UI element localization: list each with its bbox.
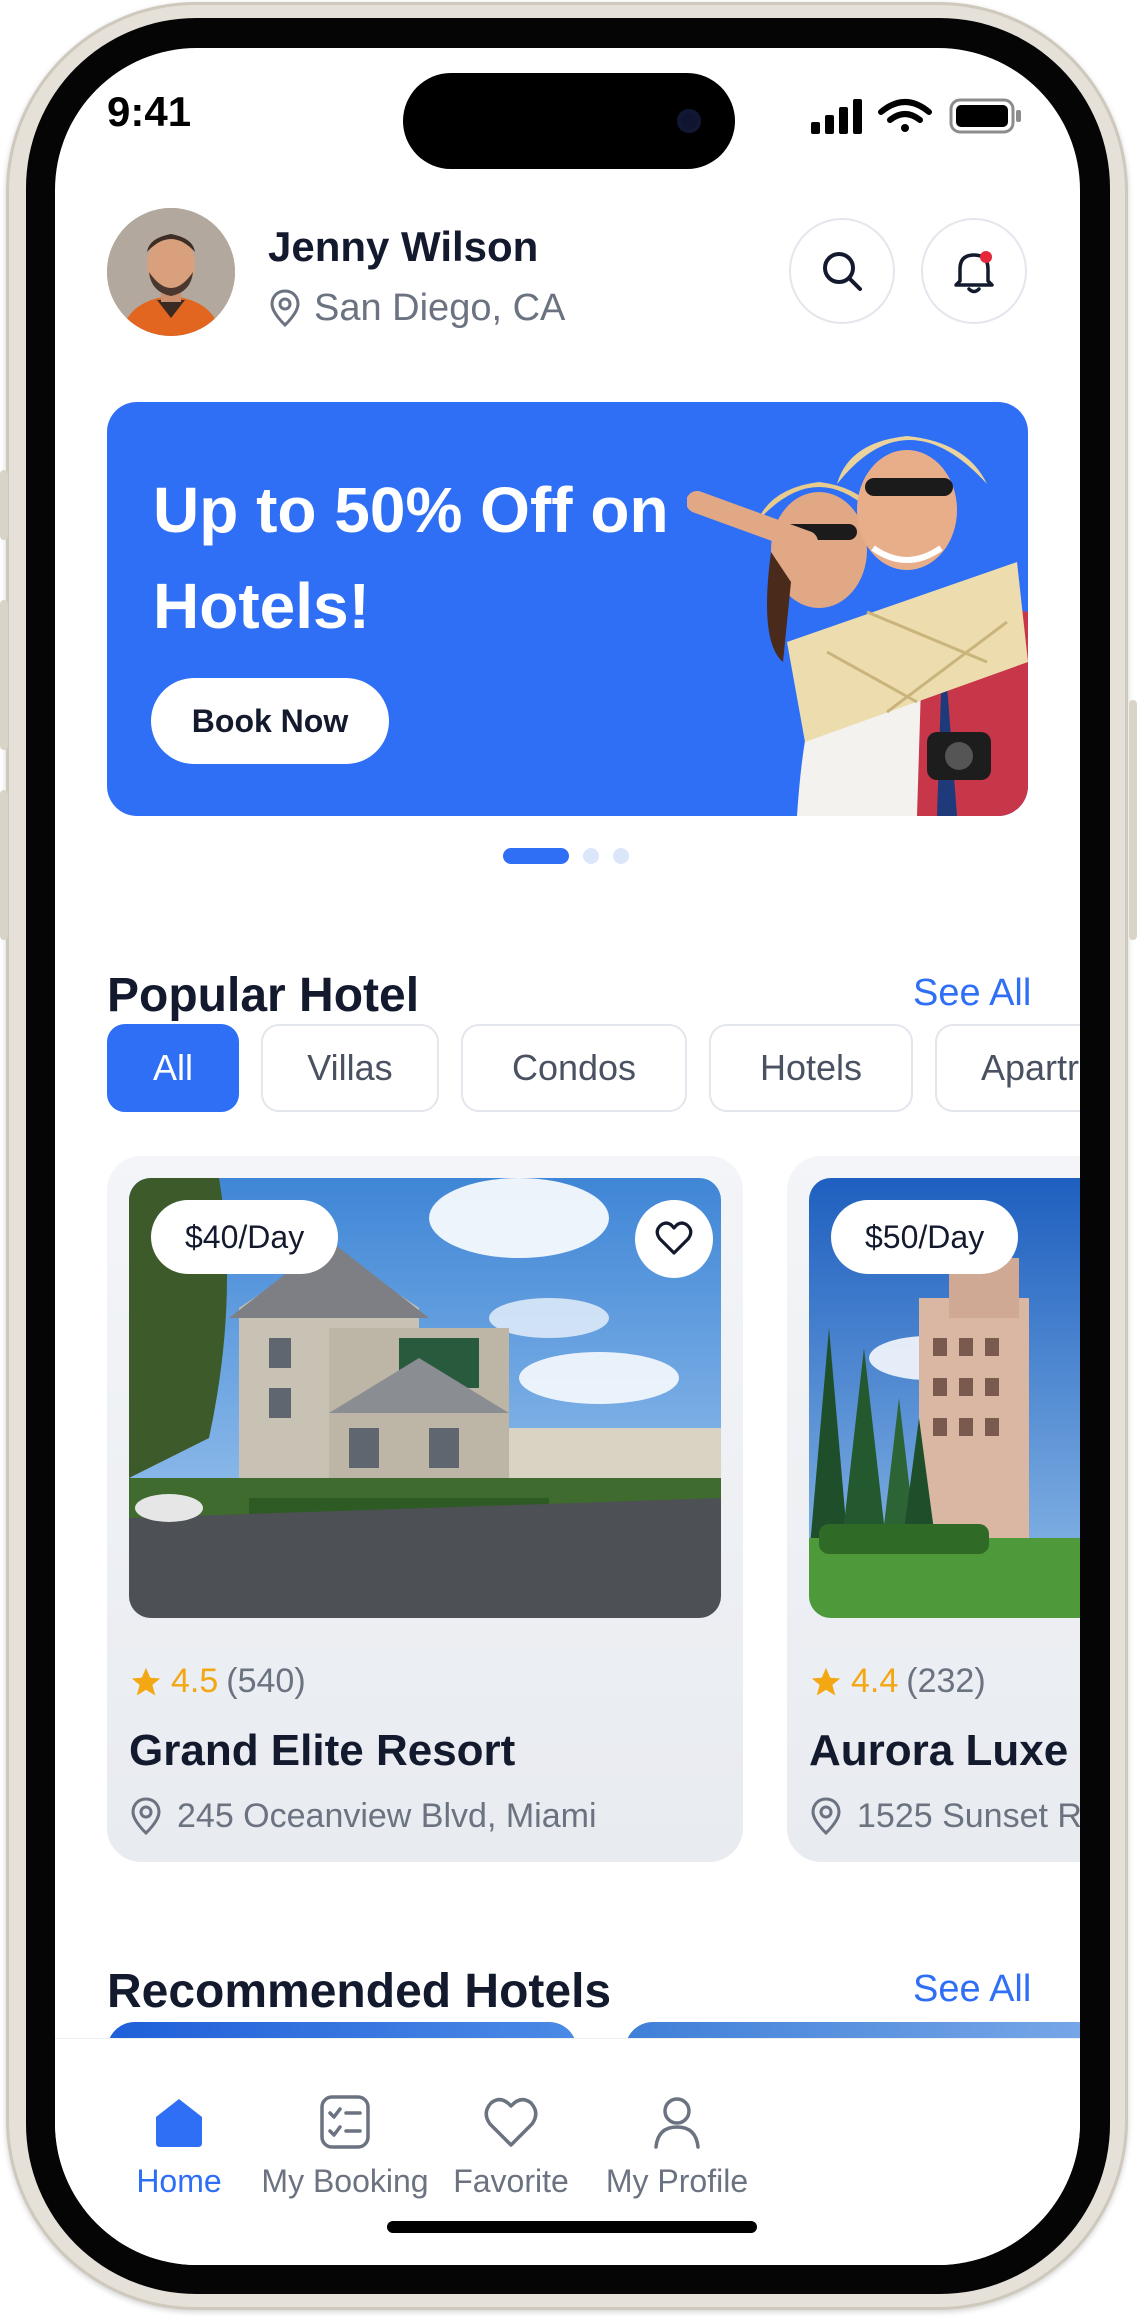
avatar[interactable]: [107, 208, 235, 336]
dynamic-island: [403, 73, 735, 169]
rating-score: 4.4: [851, 1662, 899, 1700]
user-location-label: San Diego, CA: [314, 286, 566, 329]
review-count: (232): [906, 1662, 986, 1700]
book-now-button[interactable]: Book Now: [151, 678, 389, 764]
star-icon: [131, 1667, 161, 1695]
filter-chip-apartments[interactable]: Apartr: [935, 1024, 1080, 1112]
user-location: San Diego, CA: [268, 284, 565, 332]
recommended-see-all-link[interactable]: See All: [913, 1968, 1031, 2011]
hotel-card[interactable]: $50/Day 4.4 (232) Aurora Luxe H 1525 Sun…: [787, 1156, 1080, 1862]
location-pin-icon: [811, 1797, 841, 1836]
banner-pagination[interactable]: [503, 848, 629, 864]
cellular-signal-icon: [811, 99, 862, 134]
tab-my-profile[interactable]: My Profile: [577, 2091, 777, 2200]
banner-page-dot[interactable]: [613, 848, 629, 864]
phone-action-button: [0, 470, 8, 540]
review-count: (540): [226, 1662, 306, 1700]
tab-favorite-label: Favorite: [453, 2163, 569, 2199]
hotel-address: 1525 Sunset Ro: [809, 1796, 1080, 1836]
phone-volume-down-button: [0, 790, 8, 940]
popular-see-all-link[interactable]: See All: [913, 972, 1031, 1015]
filter-chip-condos[interactable]: Condos: [461, 1024, 687, 1112]
phone-power-button: [1129, 700, 1137, 940]
filter-chip-all[interactable]: All: [107, 1024, 239, 1112]
location-pin-icon: [270, 289, 300, 328]
hotel-rating: 4.5 (540): [129, 1662, 306, 1701]
hotel-address-label: 1525 Sunset Ro: [857, 1796, 1080, 1835]
home-indicator[interactable]: [387, 2221, 757, 2233]
banner-travelers-illustration: [687, 436, 1028, 816]
status-time: 9:41: [107, 88, 192, 135]
search-button[interactable]: [789, 218, 895, 324]
heart-icon: [484, 2097, 538, 2147]
status-icons: [811, 96, 1051, 136]
price-badge: $40/Day: [151, 1200, 339, 1274]
tab-my-booking-label: My Booking: [261, 2163, 429, 2199]
wifi-icon: [878, 99, 932, 132]
category-filter-bar: All Villas Condos Hotels Apartr: [107, 1024, 1080, 1112]
hotel-address-label: 245 Oceanview Blvd, Miami: [177, 1796, 597, 1835]
banner-page-dot[interactable]: [503, 848, 569, 864]
heart-icon: [655, 1221, 693, 1255]
promo-banner[interactable]: Up to 50% Off on Hotels! Book Now: [107, 402, 1028, 816]
notification-dot: [980, 251, 992, 263]
front-camera: [677, 109, 701, 133]
rating-score: 4.5: [171, 1662, 219, 1700]
tab-my-profile-label: My Profile: [605, 2163, 749, 2199]
popular-section-title: Popular Hotel: [107, 969, 420, 1022]
search-icon: [823, 252, 862, 291]
phone-volume-up-button: [0, 600, 8, 750]
home-icon: [156, 2099, 202, 2147]
hotel-name: Grand Elite Resort: [129, 1726, 516, 1775]
hotel-address: 245 Oceanview Blvd, Miami: [129, 1796, 597, 1836]
tab-home-label: Home: [136, 2163, 222, 2199]
filter-chip-villas[interactable]: Villas: [261, 1024, 439, 1112]
hotel-name: Aurora Luxe H: [809, 1726, 1080, 1775]
notifications-button[interactable]: [921, 218, 1027, 324]
battery-icon: [949, 98, 1021, 134]
favorite-button[interactable]: [635, 1200, 713, 1278]
location-pin-icon: [131, 1797, 161, 1836]
bell-icon: [954, 251, 994, 294]
booking-list-icon: [320, 2095, 370, 2149]
star-icon: [811, 1667, 841, 1695]
hotel-card[interactable]: $40/Day 4.5 (540) Grand Elite Resort 245…: [107, 1156, 743, 1862]
recommended-section-title: Recommended Hotels: [107, 1965, 612, 2018]
price-badge: $50/Day: [831, 1200, 1019, 1274]
filter-chip-hotels[interactable]: Hotels: [709, 1024, 913, 1112]
banner-page-dot[interactable]: [583, 848, 599, 864]
hotel-rating: 4.4 (232): [809, 1662, 986, 1701]
app-screen: 9:41 Jenny Wilson San Diego, CA Up to 50…: [55, 48, 1080, 2265]
banner-title: Up to 50% Off on Hotels!: [153, 474, 669, 642]
user-name: Jenny Wilson: [268, 223, 539, 270]
profile-icon: [654, 2097, 700, 2149]
